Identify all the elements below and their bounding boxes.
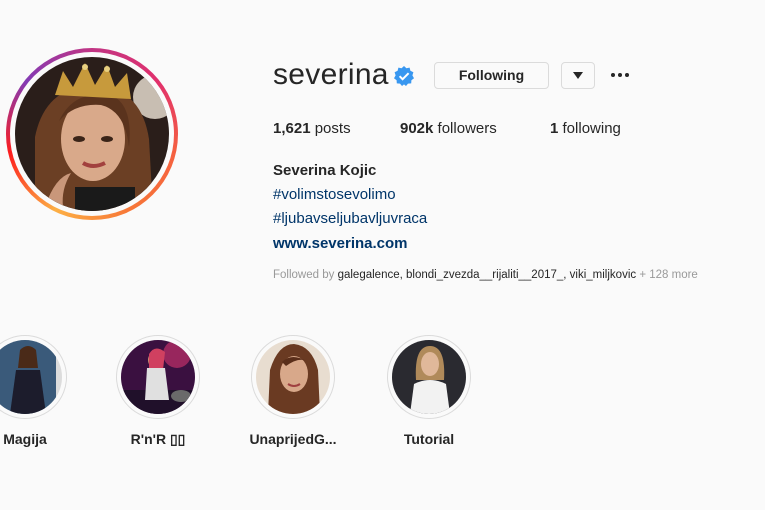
highlight-cover bbox=[256, 340, 330, 414]
followed-by-prefix: Followed by bbox=[273, 269, 335, 281]
profile-full-name: Severina Kojic bbox=[273, 162, 377, 179]
bio-hashtag[interactable]: #ljubavseljubavljuvraca bbox=[273, 210, 427, 227]
posts-label: posts bbox=[314, 120, 351, 137]
followers-count: 902k bbox=[400, 120, 434, 137]
followers-label: followers bbox=[437, 120, 497, 137]
triangle-down-icon bbox=[573, 72, 583, 79]
highlight-label: R'n'R ▯▯ bbox=[130, 431, 186, 447]
bio-hashtag[interactable]: #volimstosevolimo bbox=[273, 186, 396, 203]
profile-username: severina bbox=[273, 58, 389, 91]
highlight-label: Magija bbox=[3, 431, 47, 447]
story-highlight[interactable]: Tutorial bbox=[384, 335, 474, 447]
ellipsis-icon[interactable] bbox=[609, 66, 631, 84]
highlight-ring bbox=[0, 335, 67, 419]
following-count: 1 bbox=[550, 120, 559, 137]
highlight-ring bbox=[387, 335, 471, 419]
highlight-ring bbox=[116, 335, 200, 419]
followed-by-text[interactable]: Followed by galegalence, blondi_zvezda__… bbox=[273, 269, 698, 281]
verified-badge-icon bbox=[394, 66, 414, 86]
following-label: following bbox=[562, 120, 621, 137]
profile-avatar[interactable] bbox=[6, 48, 178, 220]
posts-count: 1,621 bbox=[273, 120, 311, 137]
story-highlight[interactable]: R'n'R ▯▯ bbox=[113, 335, 203, 448]
avatar-photo bbox=[15, 57, 169, 211]
highlight-cover bbox=[0, 340, 62, 414]
highlight-cover bbox=[392, 340, 466, 414]
following-button[interactable]: Following bbox=[434, 62, 549, 89]
highlight-label: UnaprijedG... bbox=[249, 431, 337, 447]
highlight-cover bbox=[121, 340, 195, 414]
following-stat[interactable]: 1 following bbox=[550, 120, 621, 137]
highlight-label: Tutorial bbox=[403, 431, 455, 447]
suggestions-dropdown-button[interactable] bbox=[561, 62, 595, 89]
followed-by-names[interactable]: galegalence, blondi_zvezda__rijaliti__20… bbox=[338, 269, 637, 281]
avatar-ring-gap bbox=[10, 52, 174, 216]
posts-stat: 1,621 posts bbox=[273, 120, 351, 137]
followers-stat[interactable]: 902k followers bbox=[400, 120, 497, 137]
highlight-ring bbox=[251, 335, 335, 419]
story-highlight[interactable]: Magija bbox=[0, 335, 70, 447]
profile-website-link[interactable]: www.severina.com bbox=[273, 235, 408, 252]
story-highlight[interactable]: UnaprijedG... bbox=[248, 335, 338, 447]
followed-by-more[interactable]: + 128 more bbox=[639, 269, 698, 281]
